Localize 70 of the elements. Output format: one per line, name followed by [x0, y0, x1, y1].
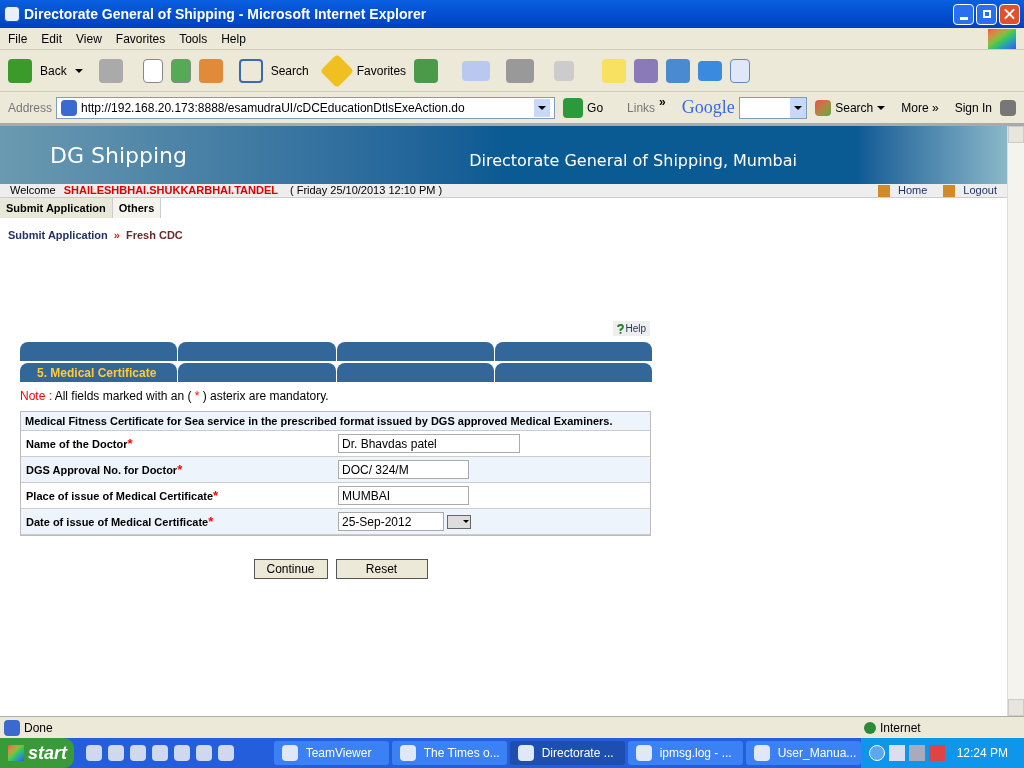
field-label: Date of issue of Medical Certificate*	[26, 512, 215, 531]
taskbar-button[interactable]: User_Manua...	[745, 741, 861, 765]
globe-icon	[864, 721, 876, 734]
input-field[interactable]: MUMBAI	[338, 486, 469, 505]
address-label: Address	[8, 99, 53, 117]
logout-link[interactable]: Logout	[963, 182, 997, 199]
nav-tab[interactable]: Submit Application	[0, 198, 113, 218]
chevron-text[interactable]: »	[659, 92, 666, 111]
input-field[interactable]: DOC/ 324/M	[338, 460, 469, 479]
minimize-button[interactable]	[953, 3, 974, 25]
form-heading: Medical Fitness Certificate for Sea service in the prescribed format issued by DGS approved Medical Examiners.	[21, 412, 650, 431]
favorites-button[interactable]: Favorites	[356, 61, 407, 80]
menu-item[interactable]: Tools	[179, 29, 208, 48]
links-button[interactable]: Links	[627, 98, 656, 117]
breadcrumb-current: Fresh CDC	[125, 227, 183, 243]
restore-button[interactable]	[976, 3, 997, 25]
required-asterisk: *	[127, 435, 133, 451]
step-tab[interactable]: 5. Medical Certificate	[20, 363, 178, 382]
help-link[interactable]: Help	[613, 321, 650, 336]
field-label: Place of issue of Medical Certificate*	[26, 486, 220, 505]
caret-icon[interactable]	[74, 68, 83, 73]
site-logo: DG Shipping	[50, 141, 187, 170]
taskbar-button[interactable]: The Times o...	[391, 741, 507, 765]
google-search-field[interactable]	[738, 96, 808, 119]
google-logo: Google	[681, 96, 735, 119]
sign-in-button[interactable]: Sign In	[954, 98, 992, 117]
clock: 12:24 PM	[956, 745, 1008, 762]
address-field[interactable]: http://192.168.20.173:8888/esamudraUI/cDCEducationDtlsExeAction.do	[56, 96, 556, 119]
start-button[interactable]: start	[0, 738, 74, 768]
nav-tab[interactable]: Others	[112, 198, 162, 218]
question-icon	[617, 323, 625, 334]
menu-item[interactable]: View	[76, 29, 102, 48]
google-search-button[interactable]: Search	[835, 98, 874, 117]
header-title: Directorate General of Shipping, Mumbai	[469, 150, 797, 172]
required-asterisk: *	[213, 487, 219, 503]
menu-item[interactable]: Favorites	[115, 29, 166, 48]
menu-item[interactable]: File	[8, 29, 28, 48]
dropdown-arrow-icon[interactable]	[794, 105, 803, 110]
mandatory-note: Note : All fields marked with an ( * ) asterix are mandatory.	[20, 388, 330, 405]
input-field[interactable]: 25-Sep-2012	[338, 512, 444, 531]
close-button[interactable]	[999, 3, 1020, 25]
breadcrumb-link[interactable]: Submit Application	[8, 226, 108, 244]
zone-text: Internet	[880, 719, 922, 737]
user-name: SHAILESHBHAI.SHUKKARBHAI.TANDEL	[63, 183, 278, 199]
field-label: Name of the Doctor*	[26, 434, 134, 453]
go-button[interactable]: Go	[587, 98, 604, 117]
status-text: Done	[24, 719, 53, 737]
window-title: Directorate General of Shipping - Microsoft Internet Explorer	[24, 4, 427, 24]
home-link[interactable]: Home	[898, 182, 928, 199]
welcome-label: Welcome	[10, 183, 56, 199]
required-asterisk: *	[208, 513, 214, 529]
required-asterisk: *	[177, 461, 183, 477]
caret-icon[interactable]	[877, 105, 886, 110]
back-button[interactable]: Back	[40, 61, 67, 80]
more-button[interactable]: More »	[901, 98, 939, 117]
menu-item[interactable]: Edit	[41, 29, 63, 48]
taskbar-button[interactable]: Directorate ...	[509, 741, 625, 765]
dropdown-arrow-icon[interactable]	[538, 105, 547, 110]
continue-button[interactable]: Continue	[253, 559, 328, 579]
field-label: DGS Approval No. for Doctor*	[26, 460, 184, 479]
breadcrumb-separator: »	[113, 227, 120, 243]
address-text: http://192.168.20.173:8888/esamudraUI/cDCEducationDtlsExeAction.do	[81, 99, 466, 117]
input-field[interactable]: Dr. Bhavdas patel	[338, 434, 520, 453]
taskbar-button[interactable]: ipmsg.log - ...	[627, 741, 743, 765]
menu-item[interactable]: Help	[221, 29, 246, 48]
taskbar-button[interactable]: TeamViewer	[273, 741, 389, 765]
reset-button[interactable]: Reset	[335, 559, 428, 579]
login-datetime: ( Friday 25/10/2013 12:10 PM )	[289, 183, 443, 199]
search-button[interactable]: Search	[270, 61, 309, 80]
scrollbar[interactable]	[1007, 126, 1024, 716]
